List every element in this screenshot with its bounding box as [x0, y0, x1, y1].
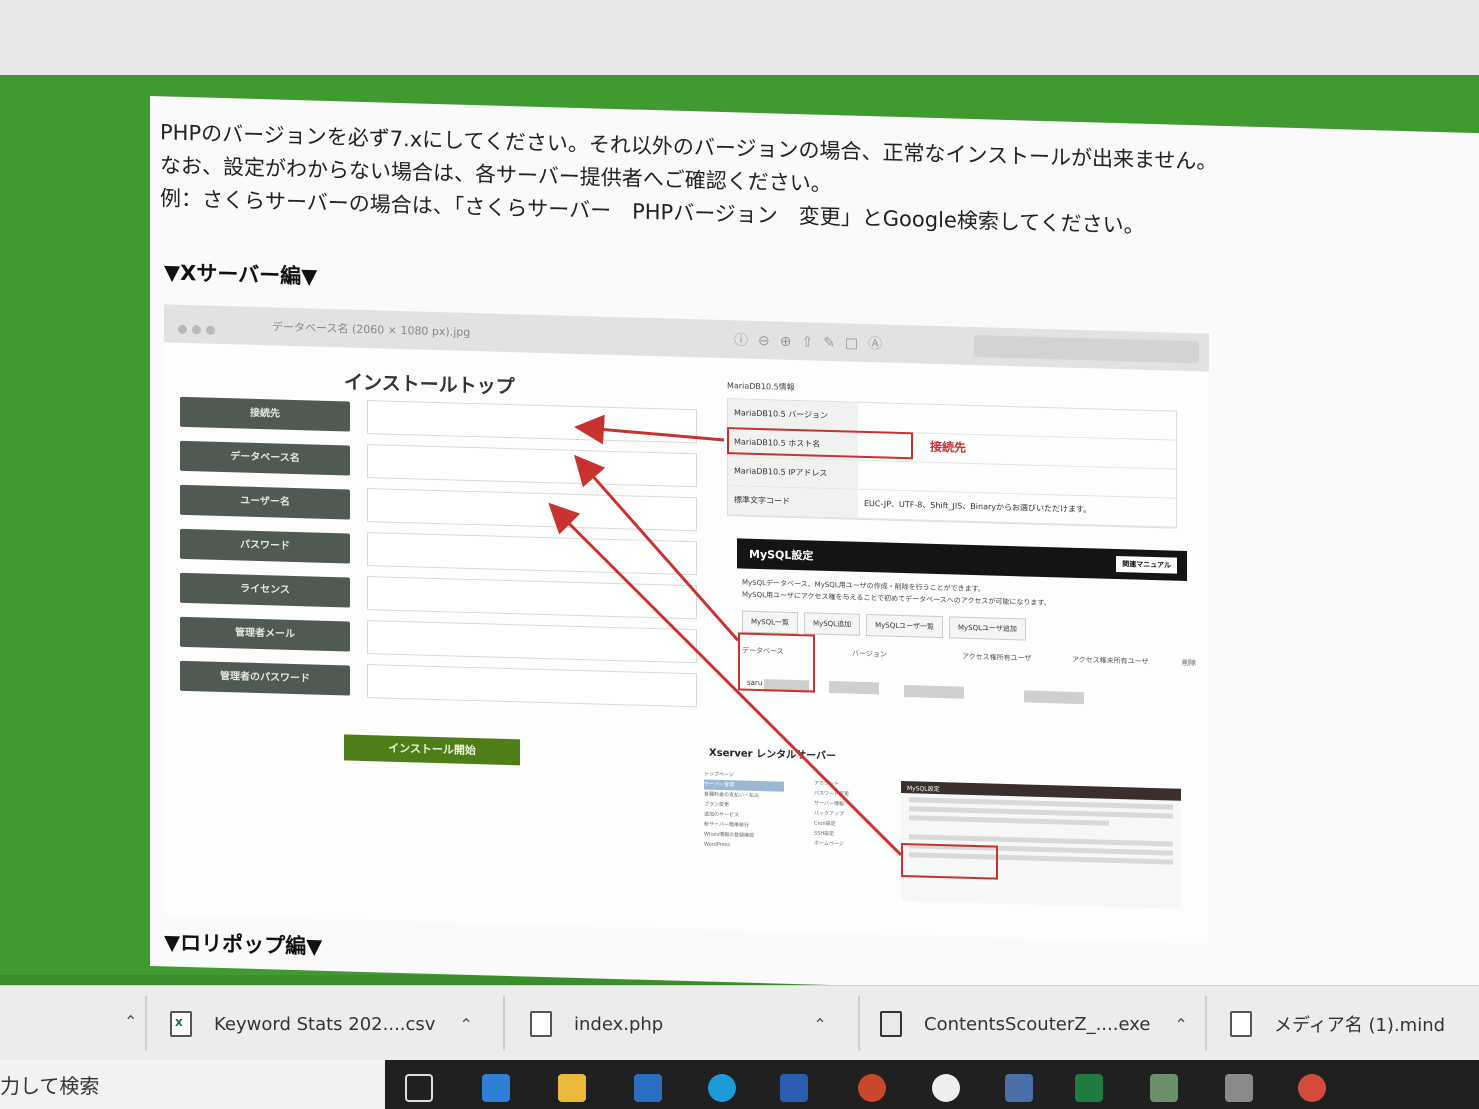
download-item[interactable]: メディア名 (1).mind: [1230, 1004, 1445, 1044]
annotation-arrows: [548, 414, 903, 857]
store-icon[interactable]: [482, 1074, 510, 1102]
taskbar-search-box[interactable]: 力して検索: [0, 1060, 385, 1109]
chrome-icon[interactable]: [1298, 1074, 1326, 1102]
section-heading-xserver: ▼Xサーバー編▼: [164, 260, 318, 289]
edge-icon[interactable]: [708, 1074, 736, 1102]
taskbar-search-text: 力して検索: [0, 1074, 100, 1098]
task-view-icon[interactable]: [405, 1074, 433, 1102]
arrow-to-user-input: [548, 502, 903, 857]
folder-icon[interactable]: [558, 1074, 586, 1102]
app-icon[interactable]: [1225, 1074, 1253, 1102]
download-filename: index.php: [574, 1013, 664, 1035]
lp-app-icon[interactable]: [932, 1074, 960, 1102]
powerpoint-icon[interactable]: [858, 1074, 886, 1102]
chevron-up-icon[interactable]: ⌃: [124, 1012, 137, 1031]
divider: [858, 996, 860, 1051]
file-icon: [530, 1011, 552, 1037]
download-filename: Keyword Stats 202....csv: [214, 1013, 436, 1035]
file-icon: [1230, 1011, 1252, 1037]
mail-icon[interactable]: [634, 1074, 662, 1102]
chevron-up-icon[interactable]: ⌃: [1174, 1015, 1187, 1034]
download-item[interactable]: index.php ⌃: [530, 1004, 827, 1044]
csv-file-icon: [170, 1011, 192, 1037]
download-bar: ⌃ Keyword Stats 202....csv ⌃ index.php ⌃…: [0, 985, 1479, 1060]
download-filename: ContentsScouterZ_....exe: [924, 1013, 1151, 1035]
taskbar: 力して検索: [0, 1060, 1479, 1109]
embedded-screenshot: データベース名 (2060 × 1080 px).jpg ⓘ⊖⊕⇧✎□Ⓐ インス…: [164, 304, 1209, 944]
article-sheet: PHPのバージョンを必ず7.xにしてください。それ以外のバージョンの場合、正常な…: [150, 96, 1479, 1004]
divider: [145, 996, 147, 1051]
article-paragraph: PHPのバージョンを必ず7.xにしてください。それ以外のバージョンの場合、正常な…: [160, 116, 1260, 246]
chevron-up-icon[interactable]: ⌃: [813, 1015, 826, 1034]
app-icon[interactable]: [1005, 1074, 1033, 1102]
arrow-to-host-input: [574, 414, 725, 445]
download-item[interactable]: ContentsScouterZ_....exe ⌃: [880, 1004, 1188, 1044]
download-filename: メディア名 (1).mind: [1274, 1015, 1446, 1036]
download-item[interactable]: Keyword Stats 202....csv ⌃: [170, 1004, 473, 1044]
exe-file-icon: [880, 1011, 902, 1037]
divider: [1205, 996, 1207, 1051]
chevron-up-icon[interactable]: ⌃: [459, 1015, 472, 1034]
divider: [503, 996, 505, 1051]
browser-top-chrome: [0, 0, 1479, 75]
section-heading-lolipop: ▼ロリポップ編▼: [164, 930, 323, 959]
excel-icon[interactable]: [1075, 1074, 1103, 1102]
app-icon[interactable]: [1150, 1074, 1178, 1102]
word-icon[interactable]: [780, 1074, 808, 1102]
